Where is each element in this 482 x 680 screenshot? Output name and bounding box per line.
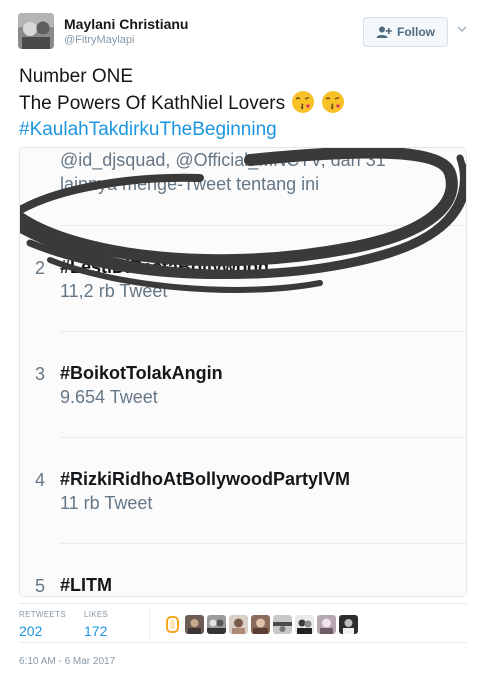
likes-label: LIKES xyxy=(84,610,109,619)
liker-avatar[interactable] xyxy=(229,615,248,634)
tweet-media-image[interactable]: @id_djsquad, @Official_MNCTV, dan 31 lai… xyxy=(19,147,467,597)
trend-rank: 4 xyxy=(35,470,46,490)
user-avatar-icon xyxy=(229,615,248,634)
user-avatar-icon xyxy=(295,615,314,634)
screenshot-divider xyxy=(60,437,466,438)
user-avatar-icon xyxy=(163,615,182,634)
kissing-face-emoji-icon xyxy=(292,91,315,113)
screenshot-divider xyxy=(60,543,466,544)
trend-rank: 2 xyxy=(35,258,46,278)
liker-avatar[interactable] xyxy=(207,615,226,634)
trend-rank: 3 xyxy=(35,364,46,384)
liker-avatars xyxy=(163,615,358,634)
tweet-hashtag[interactable]: #KaulahTakdirkuTheBeginning xyxy=(19,117,469,143)
tweet-line-1: Number ONE xyxy=(19,66,134,87)
author-handle[interactable]: @FitryMaylapi xyxy=(64,34,134,46)
screenshot-divider xyxy=(60,331,466,332)
follow-user-icon xyxy=(376,26,392,38)
user-avatar-icon xyxy=(18,13,54,49)
user-avatar-icon xyxy=(273,615,292,634)
trend-hashtag: #RizkiRidhoAtBollywoodPartyIVM xyxy=(60,469,351,489)
trend-count: 11 rb Tweet xyxy=(60,493,153,513)
trend-hashtag: #LITM xyxy=(60,575,112,595)
follow-button-label: Follow xyxy=(397,25,435,39)
trend-rank: 5 xyxy=(35,576,46,596)
tweet-line-2: The Powers Of KathNiel Lovers xyxy=(19,90,469,117)
liker-avatar[interactable] xyxy=(163,615,182,634)
retweets-label: RETWEETS xyxy=(19,610,66,619)
author-avatar[interactable] xyxy=(18,13,54,49)
user-avatar-icon xyxy=(339,615,358,634)
screenshot-divider xyxy=(60,225,466,226)
tweet-text: Number ONE The Powers Of KathNiel Lovers… xyxy=(19,64,469,143)
tweet-line-2-text: The Powers Of KathNiel Lovers xyxy=(19,93,286,114)
retweets-count[interactable]: 202 xyxy=(19,623,66,639)
liker-avatar[interactable] xyxy=(251,615,270,634)
screenshot-header-line-1: @id_djsquad, @Official_MNCTV, dan 31 xyxy=(60,150,386,170)
liker-avatar[interactable] xyxy=(185,615,204,634)
liker-avatar[interactable] xyxy=(295,615,314,634)
trend-count: 11,2 rb Tweet xyxy=(60,281,168,301)
tweet-header: Maylani Christianu @FitryMaylapi Follow xyxy=(18,13,468,53)
follow-button[interactable]: Follow xyxy=(363,17,448,47)
stats-divider xyxy=(149,608,150,638)
chevron-down-icon[interactable] xyxy=(456,23,468,35)
user-avatar-icon xyxy=(185,615,204,634)
liker-avatar[interactable] xyxy=(317,615,336,634)
likes-count[interactable]: 172 xyxy=(84,623,108,639)
user-avatar-icon xyxy=(317,615,336,634)
tweet-timestamp[interactable]: 6:10 AM - 6 Mar 2017 xyxy=(19,656,115,667)
likes-stat[interactable]: LIKES 172 xyxy=(84,610,108,639)
retweets-stat[interactable]: RETWEETS 202 xyxy=(19,610,66,639)
screenshot-header-line-2: lainnya menge-Tweet tentang ini xyxy=(60,174,320,194)
liker-avatar[interactable] xyxy=(339,615,358,634)
trend-hashtag: #LestiDiPestaBollywood xyxy=(60,257,270,277)
trend-count: 9.654 Tweet xyxy=(60,387,158,407)
liker-avatar[interactable] xyxy=(273,615,292,634)
tweet-stats-bar: RETWEETS 202 LIKES 172 xyxy=(19,603,467,643)
kissing-face-emoji-icon xyxy=(322,91,345,113)
author-name[interactable]: Maylani Christianu xyxy=(64,16,188,32)
trend-hashtag: #BoikotTolakAngin xyxy=(60,363,223,383)
user-avatar-icon xyxy=(251,615,270,634)
user-avatar-icon xyxy=(207,615,226,634)
